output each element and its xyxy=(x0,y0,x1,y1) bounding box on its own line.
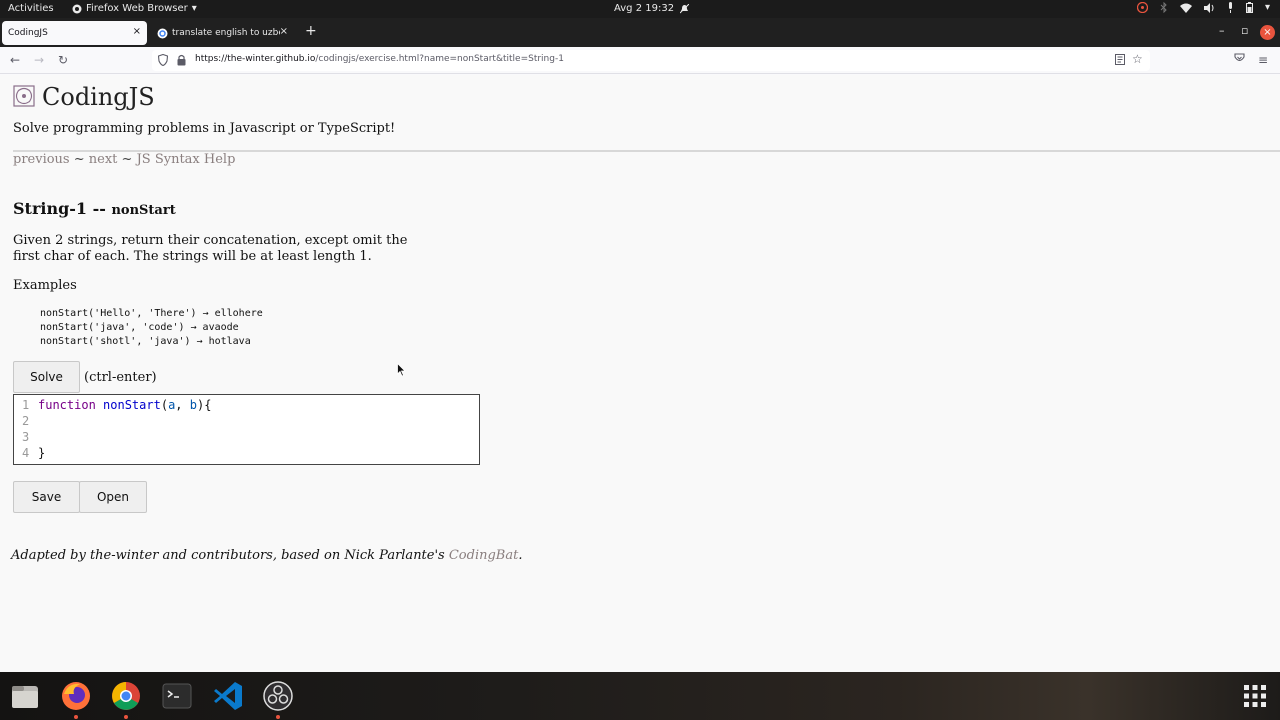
terminal-app-icon[interactable] xyxy=(161,680,193,712)
codingbat-link[interactable]: CodingBat xyxy=(449,548,518,563)
url-bar[interactable]: https://the-winter.github.io/codingjs/ex… xyxy=(152,50,1150,71)
footer-text: Adapted by the-winter and contributors, … xyxy=(11,548,449,563)
code-punct: ( xyxy=(160,398,169,412)
code-punct: ){ xyxy=(196,398,212,412)
previous-link[interactable]: previous xyxy=(13,152,70,167)
url-text: https://the-winter.github.io/codingjs/ex… xyxy=(195,54,564,64)
site-tagline: Solve programming problems in Javascript… xyxy=(13,121,396,136)
code-editor[interactable]: 1 function nonStart(a, b){ 2 3 4 } xyxy=(13,394,480,465)
example-line: nonStart('Hello', 'There') → ellohere xyxy=(40,308,263,319)
code-function-name: nonStart xyxy=(103,398,161,412)
site-title: CodingJS xyxy=(42,83,155,111)
app-menu-label: Firefox Web Browser xyxy=(86,3,188,14)
pocket-icon[interactable] xyxy=(1234,53,1245,63)
minimize-icon[interactable]: – xyxy=(1219,24,1225,37)
line-number: 1 xyxy=(22,398,30,412)
exercise-category: String-1 -- xyxy=(13,199,112,218)
obs-tray-icon[interactable] xyxy=(1136,2,1148,13)
tab-strip: CodingJS × translate english to uzbek × xyxy=(0,18,1280,47)
open-button[interactable]: Open xyxy=(79,481,147,513)
mouse-cursor-icon xyxy=(397,363,406,377)
solve-shortcut-hint: (ctrl-enter) xyxy=(84,370,157,385)
examples-list: nonStart('Hello', 'There') → ellohere no… xyxy=(40,307,263,349)
new-tab-button[interactable]: + xyxy=(305,23,317,39)
tab-translate[interactable]: translate english to uzbek × xyxy=(151,21,294,45)
code-param: b xyxy=(189,398,197,412)
exercise-nav: previous ~ next ~ JS Syntax Help xyxy=(13,152,235,167)
save-button[interactable]: Save xyxy=(13,481,80,513)
lock-icon[interactable] xyxy=(177,54,186,66)
obs-app-icon[interactable] xyxy=(262,680,294,712)
running-indicator xyxy=(124,715,128,719)
code-keyword: function xyxy=(38,398,96,412)
footer-end: . xyxy=(518,548,523,563)
window-close-icon[interactable]: × xyxy=(1260,25,1275,40)
volume-icon[interactable] xyxy=(1203,2,1215,13)
tab-label: CodingJS xyxy=(8,28,48,38)
syntax-help-link[interactable]: JS Syntax Help xyxy=(137,152,236,167)
tracking-shield-icon[interactable] xyxy=(158,54,168,66)
url-path: /codingjs/exercise.html?name=nonStart&ti… xyxy=(315,54,564,64)
clock-text: Avg 2 19:32 xyxy=(614,3,675,14)
example-line: nonStart('java', 'code') → avaode xyxy=(40,322,239,333)
dock xyxy=(0,672,1280,720)
notifications-off-icon xyxy=(680,3,690,13)
navigation-toolbar: ← → ↻ https://the-winter.github.io/codin… xyxy=(0,47,1280,74)
system-top-bar: Activities Firefox Web Browser ▾ Avg 2 1… xyxy=(0,0,1280,18)
line-number: 3 xyxy=(22,430,30,444)
activities-button[interactable]: Activities xyxy=(8,3,54,14)
code-text: } xyxy=(38,446,46,460)
firefox-small-icon xyxy=(72,4,82,13)
microphone-icon[interactable] xyxy=(1227,2,1234,13)
battery-icon[interactable] xyxy=(1245,2,1253,13)
system-menu-caret-icon[interactable]: ▾ xyxy=(1265,2,1270,13)
tab-codingjs[interactable]: CodingJS × xyxy=(2,21,147,45)
firefox-app-icon[interactable] xyxy=(60,680,92,712)
system-tray[interactable]: ▾ xyxy=(1136,2,1270,13)
exercise-name: nonStart xyxy=(111,203,176,218)
solve-button[interactable]: Solve xyxy=(13,361,80,393)
show-applications-icon[interactable] xyxy=(1239,680,1271,712)
tab-close-icon[interactable]: × xyxy=(280,26,288,37)
nav-separator: ~ xyxy=(117,152,137,167)
restore-icon[interactable]: ▫ xyxy=(1241,24,1248,37)
caret-down-icon: ▾ xyxy=(191,3,197,14)
running-indicator xyxy=(276,715,280,719)
google-favicon-icon xyxy=(157,28,168,38)
codingjs-logo-icon xyxy=(13,85,35,107)
url-host: https://the-winter.github.io xyxy=(195,54,316,64)
back-arrow-icon[interactable]: ← xyxy=(10,53,20,67)
app-menu[interactable]: Firefox Web Browser ▾ xyxy=(72,3,197,14)
code-punct: , xyxy=(175,398,190,412)
code-text: function nonStart(a, b){ xyxy=(38,397,211,413)
bluetooth-icon[interactable] xyxy=(1160,2,1168,13)
forward-arrow-icon[interactable]: → xyxy=(34,53,44,67)
exercise-description: Given 2 strings, return their concatenat… xyxy=(13,233,408,264)
files-app-icon[interactable] xyxy=(9,680,41,712)
vscode-app-icon[interactable] xyxy=(212,680,244,712)
tab-close-icon[interactable]: × xyxy=(133,26,141,37)
page-footer: Adapted by the-winter and contributors, … xyxy=(11,548,522,563)
next-link[interactable]: next xyxy=(89,152,118,167)
reload-icon[interactable]: ↻ xyxy=(58,53,68,67)
line-number: 4 xyxy=(22,446,30,460)
example-line: nonStart('shotl', 'java') → hotlava xyxy=(40,336,251,347)
reader-view-icon[interactable] xyxy=(1115,54,1125,65)
tab-label: translate english to uzbek xyxy=(172,28,280,38)
chrome-app-icon[interactable] xyxy=(110,680,142,712)
examples-heading: Examples xyxy=(13,278,77,293)
page-content: CodingJS Solve programming problems in J… xyxy=(0,75,1280,672)
nav-separator: ~ xyxy=(69,152,89,167)
line-number: 2 xyxy=(22,414,30,428)
running-indicator xyxy=(74,715,78,719)
hamburger-menu-icon[interactable]: ≡ xyxy=(1258,53,1268,67)
exercise-title: String-1 -- nonStart xyxy=(13,199,176,218)
wifi-icon[interactable] xyxy=(1179,3,1192,13)
clock[interactable]: Avg 2 19:32 xyxy=(614,3,690,14)
bookmark-star-icon[interactable]: ☆ xyxy=(1132,52,1143,66)
